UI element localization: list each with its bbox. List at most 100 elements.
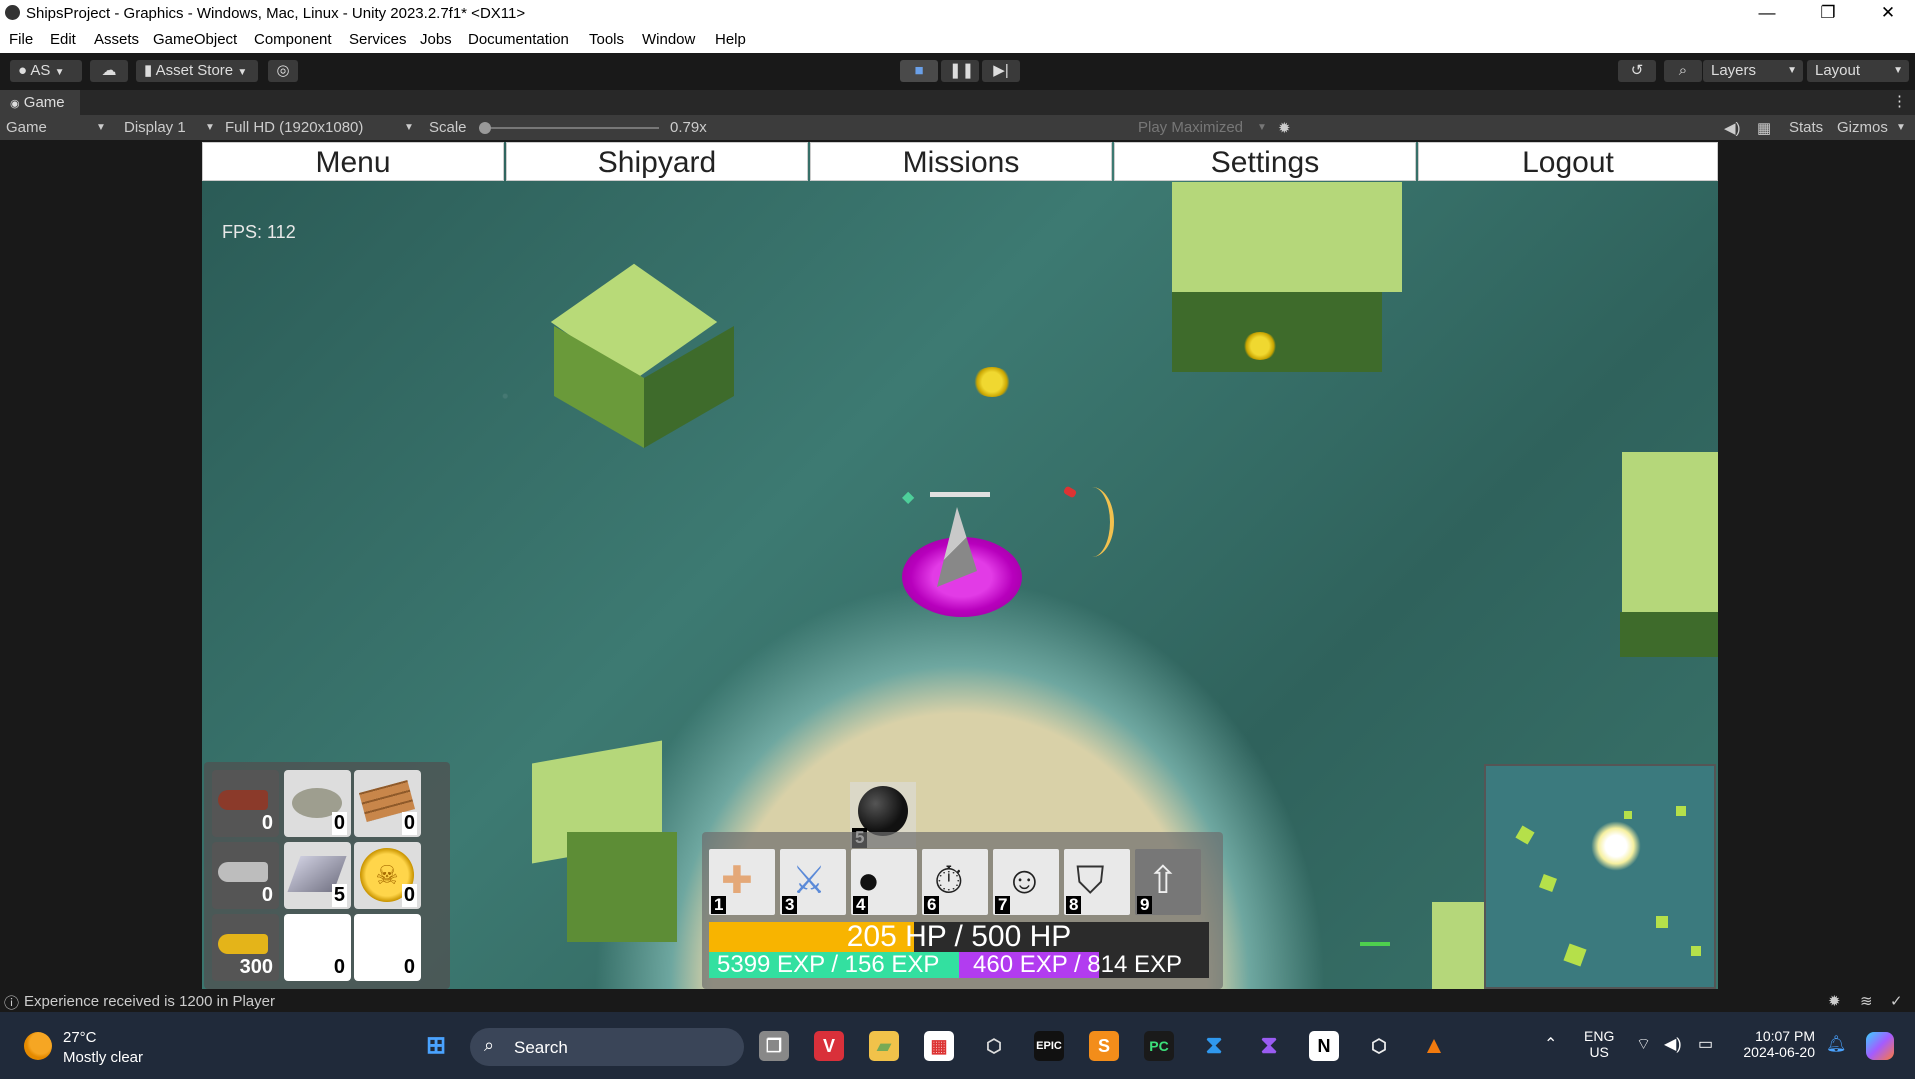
volume-icon[interactable]: ◀): [1664, 1034, 1682, 1054]
search-icon[interactable]: ⌕: [1664, 60, 1702, 82]
menu-jobs[interactable]: Jobs: [420, 31, 452, 48]
minimap-island-marker: [1676, 806, 1686, 816]
chevron-down-icon: ▼: [205, 122, 215, 133]
menu-services[interactable]: Services: [349, 31, 407, 48]
gizmos-button[interactable]: Gizmos: [1837, 119, 1888, 136]
copilot-icon[interactable]: [1866, 1032, 1894, 1060]
skill-rocket[interactable]: ⇧ 9: [1135, 849, 1201, 915]
maximize-button[interactable]: ❐: [1808, 2, 1848, 24]
pycharm-icon[interactable]: PC: [1144, 1031, 1174, 1061]
menu-help[interactable]: Help: [715, 31, 746, 48]
menu-bar: File Edit Assets GameObject Component Se…: [0, 27, 1915, 54]
search-box[interactable]: ⌕ Search: [470, 1028, 744, 1066]
skill-heal[interactable]: ✚ 1: [709, 849, 775, 915]
nav-settings-button[interactable]: Settings: [1114, 142, 1416, 181]
debug-icon[interactable]: ✹: [1828, 992, 1841, 1010]
step-button[interactable]: ▶|: [982, 60, 1020, 82]
bug-icon[interactable]: ✹: [1278, 119, 1291, 137]
nav-logout-button[interactable]: Logout: [1418, 142, 1718, 181]
file-explorer-icon[interactable]: ▰: [869, 1031, 899, 1061]
asset-store-button[interactable]: ▮ Asset Store ▼: [136, 60, 258, 82]
nav-shipyard-button[interactable]: Shipyard: [506, 142, 808, 181]
stats-button[interactable]: Stats: [1789, 119, 1823, 136]
inventory-slot-cannon[interactable]: 0: [212, 770, 279, 837]
wifi-icon[interactable]: ⌔: [1636, 1034, 1651, 1054]
menu-component[interactable]: Component: [254, 31, 332, 48]
skill-sword[interactable]: ⚔ 3: [780, 849, 846, 915]
skill-add-crew[interactable]: ☺+ 7: [993, 849, 1059, 954]
menu-documentation[interactable]: Documentation: [468, 31, 569, 48]
scale-slider[interactable]: [479, 122, 659, 134]
grid-icon[interactable]: ▦: [1757, 119, 1771, 137]
pause-button[interactable]: ❚❚: [941, 60, 979, 82]
menu-window[interactable]: Window: [642, 31, 695, 48]
sublime-text-icon[interactable]: S: [1089, 1031, 1119, 1061]
progress-icon[interactable]: ≋: [1860, 992, 1873, 1010]
exp-bar-right: 460 EXP / 814 EXP: [959, 952, 1209, 978]
menu-tools[interactable]: Tools: [589, 31, 624, 48]
battery-icon[interactable]: ▭: [1698, 1034, 1713, 1054]
game-view[interactable]: Menu Shipyard Missions Settings Logout F…: [202, 142, 1718, 989]
inventory-slot-gold[interactable]: ☠ 0: [354, 842, 421, 909]
weather-desc: Mostly clear: [63, 1049, 144, 1066]
menu-assets[interactable]: Assets: [94, 31, 139, 48]
cloud-icon[interactable]: ☁: [90, 60, 128, 82]
chevron-up-icon[interactable]: ⌃: [1544, 1034, 1557, 1054]
status-bar: ⓘ Experience received is 1200 in Player …: [0, 990, 1915, 1012]
close-button[interactable]: ✕: [1868, 2, 1908, 24]
windows-start-icon[interactable]: ⊞: [421, 1031, 451, 1061]
cannon-icon: [218, 934, 268, 954]
package-manager-icon[interactable]: ◎: [268, 60, 298, 82]
exp-bar-left: 5399 EXP / 156 EXP: [709, 952, 959, 978]
weather-icon[interactable]: [24, 1032, 52, 1060]
vlc-icon[interactable]: ▲: [1419, 1031, 1449, 1061]
task-view-icon[interactable]: ❐: [759, 1031, 789, 1061]
history-icon[interactable]: ↺: [1618, 60, 1656, 82]
minimize-button[interactable]: —: [1747, 2, 1787, 24]
microsoft-store-icon[interactable]: ▦: [924, 1031, 954, 1061]
skill-shield[interactable]: ⛉ 8: [1064, 849, 1130, 915]
scale-slider-handle[interactable]: [479, 122, 491, 134]
inventory-slot-empty[interactable]: 0: [284, 914, 351, 981]
nav-menu-button[interactable]: Menu: [202, 142, 504, 181]
display-dropdown[interactable]: Display 1: [124, 119, 186, 136]
notification-bell-icon[interactable]: 🔔︎: [1826, 1034, 1846, 1054]
inventory-slot-cannon[interactable]: 300: [212, 914, 279, 981]
play-maximized-dropdown[interactable]: Play Maximized: [1138, 119, 1243, 136]
epic-games-icon[interactable]: EPIC: [1034, 1031, 1064, 1061]
visual-studio-icon[interactable]: ⧗: [1254, 1031, 1284, 1061]
layers-dropdown[interactable]: Layers ▼: [1703, 60, 1803, 82]
stop-button[interactable]: ■: [900, 60, 938, 82]
console-message[interactable]: Experience received is 1200 in Player: [24, 993, 275, 1010]
vivaldi-icon[interactable]: V: [814, 1031, 844, 1061]
notion-icon[interactable]: N: [1309, 1031, 1339, 1061]
skill-speed[interactable]: ⏱ 6: [922, 849, 988, 915]
tab-options-icon[interactable]: ⋮: [1892, 92, 1907, 110]
window-title: ShipsProject - Graphics - Windows, Mac, …: [26, 5, 526, 22]
inventory-slot-cannon[interactable]: 0: [212, 842, 279, 909]
unity-icon[interactable]: ⬡: [1364, 1031, 1394, 1061]
skill-cannonball[interactable]: ● 4: [851, 849, 917, 915]
check-icon[interactable]: ✓: [1890, 992, 1903, 1010]
resolution-dropdown[interactable]: Full HD (1920x1080): [225, 119, 363, 136]
tab-game[interactable]: ◉ Game: [0, 90, 80, 115]
inventory-slot-iron[interactable]: 5: [284, 842, 351, 909]
audio-icon[interactable]: ◀): [1724, 119, 1741, 137]
game-mode-dropdown[interactable]: Game: [6, 119, 47, 136]
inventory-slot-empty[interactable]: 0: [354, 914, 421, 981]
nav-missions-button[interactable]: Missions: [810, 142, 1112, 181]
menu-file[interactable]: File: [9, 31, 33, 48]
account-dropdown[interactable]: ● AS ▼: [10, 60, 82, 82]
unity-hub-icon[interactable]: ⬡: [979, 1031, 1009, 1061]
minimap[interactable]: [1484, 764, 1716, 989]
menu-gameobject[interactable]: GameObject: [153, 31, 237, 48]
menu-edit[interactable]: Edit: [50, 31, 76, 48]
language-indicator[interactable]: ENG US: [1584, 1028, 1614, 1060]
inventory-slot-wood[interactable]: 0: [354, 770, 421, 837]
inventory-slot-gravel[interactable]: 0: [284, 770, 351, 837]
layout-dropdown[interactable]: Layout ▼: [1807, 60, 1909, 82]
vscode-icon[interactable]: ⧗: [1199, 1031, 1229, 1061]
clock[interactable]: 10:07 PM 2024-06-20: [1735, 1028, 1815, 1060]
inventory-panel: 0 0 300 0 0 5 ☠ 0 0 0: [204, 762, 450, 989]
scale-value: 0.79x: [670, 119, 707, 136]
